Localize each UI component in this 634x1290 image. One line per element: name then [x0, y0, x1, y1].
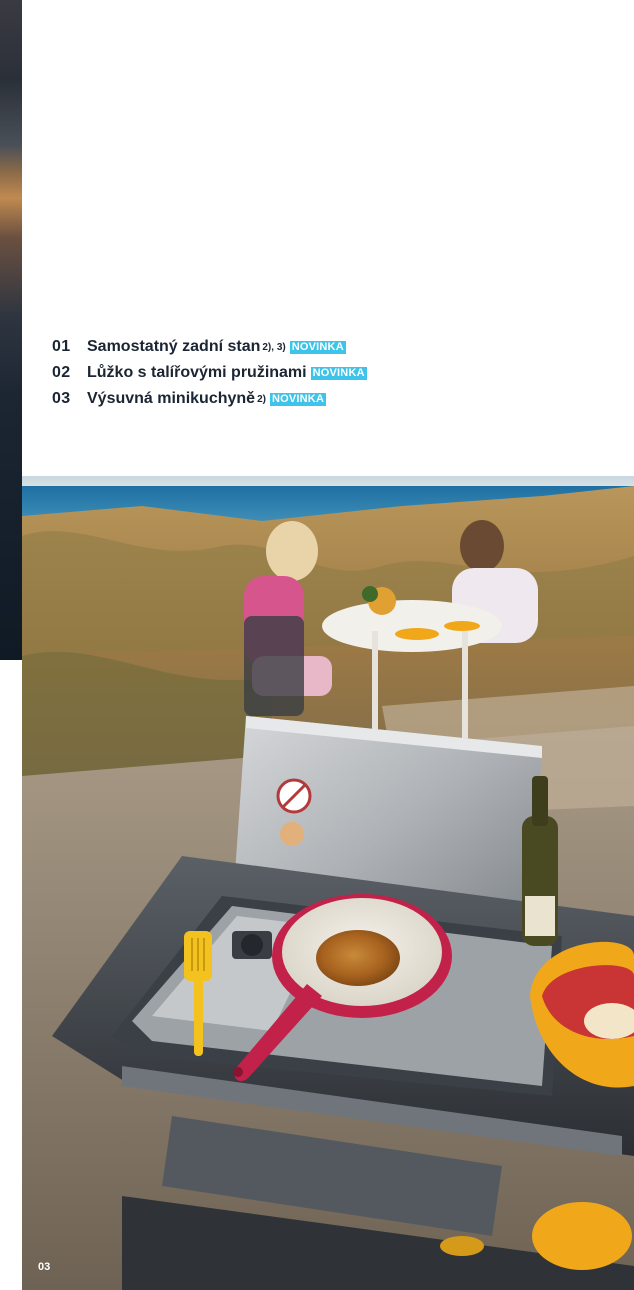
feature-list: 01 Samostatný zadní stan 2), 3) NOVINKA …	[52, 338, 367, 416]
kitchen-photo	[22, 476, 634, 1290]
page-number: 03	[38, 1261, 51, 1273]
page-margin	[0, 660, 22, 1290]
footnote-ref: 2)	[257, 394, 266, 405]
footnote-ref: 2), 3)	[262, 342, 286, 353]
novinka-badge: NOVINKA	[310, 367, 367, 380]
novinka-badge: NOVINKA	[289, 341, 346, 354]
feature-item-02: 02 Lůžko s talířovými pružinami NOVINKA	[52, 364, 367, 390]
previous-photo-edge	[0, 0, 22, 660]
feature-number: 03	[52, 390, 71, 407]
feature-title: Samostatný zadní stan	[87, 338, 261, 355]
feature-number: 01	[52, 338, 71, 355]
feature-title: Výsuvná minikuchyně	[87, 390, 256, 407]
brochure-page: 01 Samostatný zadní stan 2), 3) NOVINKA …	[0, 0, 634, 1290]
feature-item-01: 01 Samostatný zadní stan 2), 3) NOVINKA	[52, 338, 367, 364]
feature-title: Lůžko s talířovými pružinami	[87, 364, 307, 381]
feature-item-03: 03 Výsuvná minikuchyně 2) NOVINKA	[52, 390, 367, 416]
feature-number: 02	[52, 364, 71, 381]
novinka-badge: NOVINKA	[269, 393, 327, 406]
